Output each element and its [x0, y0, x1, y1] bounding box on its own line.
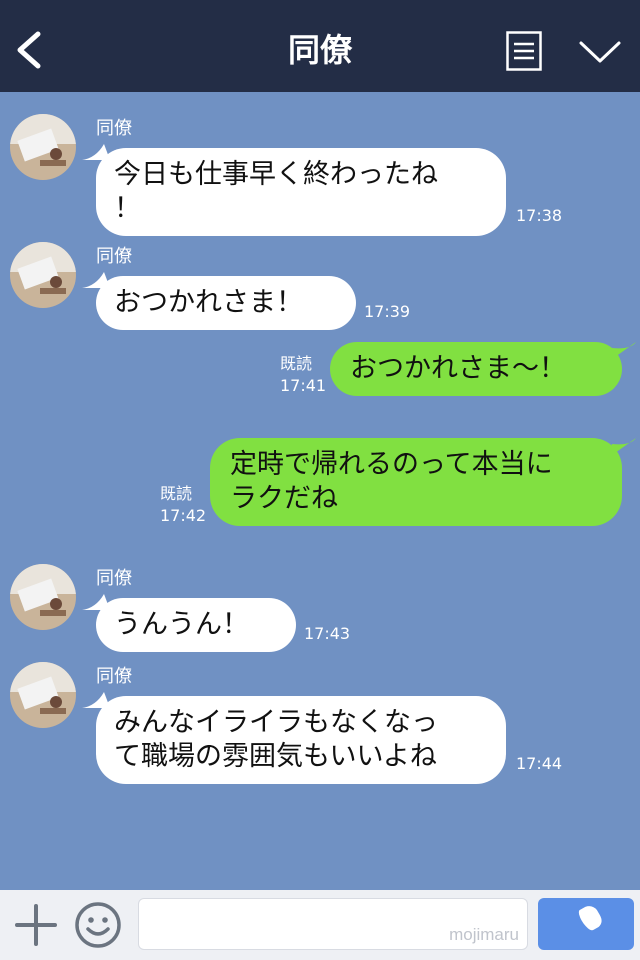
call-button[interactable]: [538, 898, 634, 950]
chat-app: 同僚 同僚 今日も仕事早く終わったね ！ 17:38 同僚 おつかれさま！ 17…: [0, 0, 640, 960]
message-text-line: て職場の雰囲気もいいよね: [114, 741, 437, 772]
message-text-line: うんうん！: [114, 609, 249, 640]
avatar[interactable]: [10, 114, 76, 180]
message-text-line: おつかれさま！: [114, 287, 303, 318]
message-time: 17:42: [160, 506, 207, 525]
message-bubble[interactable]: おつかれさま！: [96, 276, 356, 330]
sender-name: 同僚: [96, 118, 132, 139]
message-time: 17:39: [364, 302, 411, 321]
chat-title: 同僚: [287, 31, 352, 69]
message-time: 17:41: [280, 376, 327, 395]
message-bubble[interactable]: おつかれさま〜！: [330, 342, 622, 396]
phone-icon: [578, 906, 602, 931]
message-bubble[interactable]: 今日も仕事早く終わったね ！: [96, 148, 506, 236]
sender-name: 同僚: [96, 666, 132, 687]
header-bar: 同僚: [0, 0, 640, 92]
plus-icon[interactable]: [14, 903, 58, 947]
bubble-tail: [608, 342, 636, 362]
message-text-line: 定時で帰れるのって本当に: [230, 449, 553, 480]
message-bubble[interactable]: 定時で帰れるのって本当に ラクだね: [210, 438, 622, 526]
message-list[interactable]: 同僚 今日も仕事早く終わったね ！ 17:38 同僚 おつかれさま！ 17:39: [0, 92, 640, 890]
message-time: 17:43: [304, 624, 351, 643]
message-input[interactable]: mojimaru: [138, 898, 528, 950]
message-text-line: ！: [114, 193, 141, 224]
message-time: 17:38: [516, 206, 563, 225]
sender-name: 同僚: [96, 246, 132, 267]
sender-name: 同僚: [96, 568, 132, 589]
avatar[interactable]: [10, 662, 76, 728]
avatar[interactable]: [10, 564, 76, 630]
message-text-line: おつかれさま〜！: [350, 353, 566, 384]
avatar[interactable]: [10, 242, 76, 308]
list-menu-icon[interactable]: [506, 31, 542, 71]
chevron-down-icon[interactable]: [578, 36, 622, 66]
watermark-text: mojimaru: [449, 925, 519, 944]
message-text-line: ラクだね: [230, 483, 338, 514]
read-receipt: 既読: [160, 484, 193, 503]
message-text-line: みんなイライラもなくなっ: [114, 707, 438, 738]
message-text-line: 今日も仕事早く終わったね: [114, 159, 438, 190]
smiley-icon[interactable]: [74, 901, 122, 949]
message-time: 17:44: [516, 754, 563, 773]
message-bubble[interactable]: うんうん！: [96, 598, 296, 652]
read-receipt: 既読: [280, 354, 313, 373]
message-bubble[interactable]: みんなイライラもなくなっ て職場の雰囲気もいいよね: [96, 696, 506, 784]
bubble-tail: [608, 438, 636, 458]
